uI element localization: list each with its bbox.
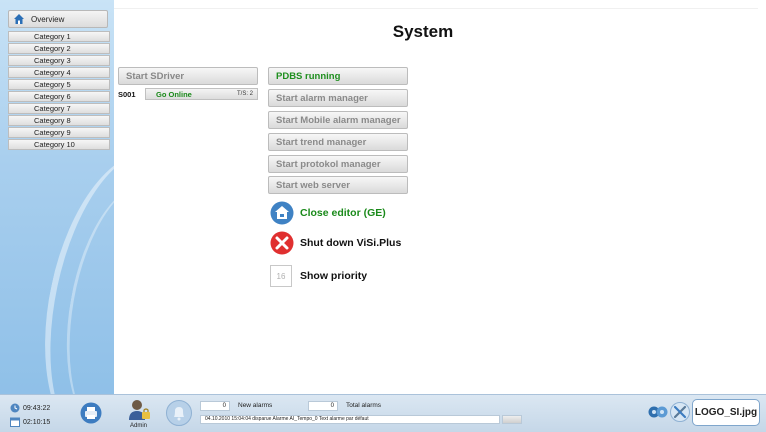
pdbs-running-button[interactable]: PDBS running [268, 67, 408, 85]
user-icon[interactable] [127, 398, 153, 422]
sidebar-item-category-5[interactable]: Category 5 [8, 79, 110, 90]
start-alarm-manager-button[interactable]: Start alarm manager [268, 89, 408, 107]
runtime: 02:10:15 [10, 417, 50, 427]
logo: LOGO_SI.jpg [692, 399, 760, 426]
ts-label: T/S: 2 [236, 91, 253, 97]
home-icon [270, 201, 294, 225]
clock-time: 09:43:22 [23, 404, 51, 412]
page-title: System [392, 22, 454, 41]
total-alarms-label: Total alarms [346, 402, 382, 409]
shutdown-button[interactable]: Shut down ViSi.Plus [270, 231, 401, 255]
sidebar: Overview Category 1 Category 2 Category … [0, 0, 114, 394]
driver-row: S001 Go Online T/S: 2 [118, 88, 258, 100]
alarm-message[interactable]: 04.10.2010 15:04:04 disparue Alarme AI_T… [200, 415, 500, 424]
user-name: Admin [130, 423, 148, 429]
driver-id: S001 [118, 89, 136, 99]
sidebar-item-label: Overview [31, 14, 65, 24]
sidebar-item-category-4[interactable]: Category 4 [8, 67, 110, 78]
start-web-server-button[interactable]: Start web server [268, 176, 408, 194]
show-priority-button[interactable]: 16 Show priority [270, 265, 367, 287]
go-online-label: Go Online [156, 89, 192, 99]
priority-value: 16 [270, 265, 292, 287]
sidebar-item-category-2[interactable]: Category 2 [8, 43, 110, 54]
close-icon [270, 231, 294, 255]
alarm-acknowledge-button[interactable] [502, 415, 522, 424]
clock-icon [10, 403, 20, 413]
calendar-icon [10, 417, 20, 427]
start-protokol-manager-button[interactable]: Start protokol manager [268, 155, 408, 173]
connection-icon[interactable] [648, 403, 668, 421]
start-trend-manager-button[interactable]: Start trend manager [268, 133, 408, 151]
status-bar: 09:43:22 02:10:15 Admin 0 New alarms 0 T… [0, 394, 766, 432]
tools-icon[interactable] [670, 401, 690, 423]
new-alarms-label: New alarms [238, 402, 273, 409]
sidebar-item-category-10[interactable]: Category 10 [8, 139, 110, 150]
sidebar-item-category-7[interactable]: Category 7 [8, 103, 110, 114]
sidebar-item-category-8[interactable]: Category 8 [8, 115, 110, 126]
sidebar-item-category-6[interactable]: Category 6 [8, 91, 110, 102]
clock: 09:43:22 [10, 403, 50, 413]
start-sdriver-button[interactable]: Start SDriver [118, 67, 258, 85]
show-priority-label: Show priority [300, 270, 368, 282]
printer-icon[interactable] [80, 402, 102, 424]
start-mobile-alarm-manager-button[interactable]: Start Mobile alarm manager [268, 111, 408, 129]
bell-icon[interactable] [166, 400, 192, 426]
close-editor-label: Close editor (GE) [300, 207, 386, 219]
header-divider [114, 8, 758, 9]
sidebar-item-category-1[interactable]: Category 1 [8, 31, 110, 42]
sidebar-item-overview[interactable]: Overview [8, 10, 108, 28]
sidebar-item-category-3[interactable]: Category 3 [8, 55, 110, 66]
category-list: Category 1 Category 2 Category 3 Categor… [8, 31, 110, 151]
total-alarms-count: 0 [308, 401, 338, 411]
home-icon [14, 14, 24, 24]
go-online-button[interactable]: Go Online T/S: 2 [145, 88, 258, 100]
shutdown-label: Shut down ViSi.Plus [300, 237, 402, 249]
runtime-value: 02:10:15 [23, 418, 51, 426]
close-editor-button[interactable]: Close editor (GE) [270, 201, 386, 225]
new-alarms-count: 0 [200, 401, 230, 411]
sidebar-item-category-9[interactable]: Category 9 [8, 127, 110, 138]
